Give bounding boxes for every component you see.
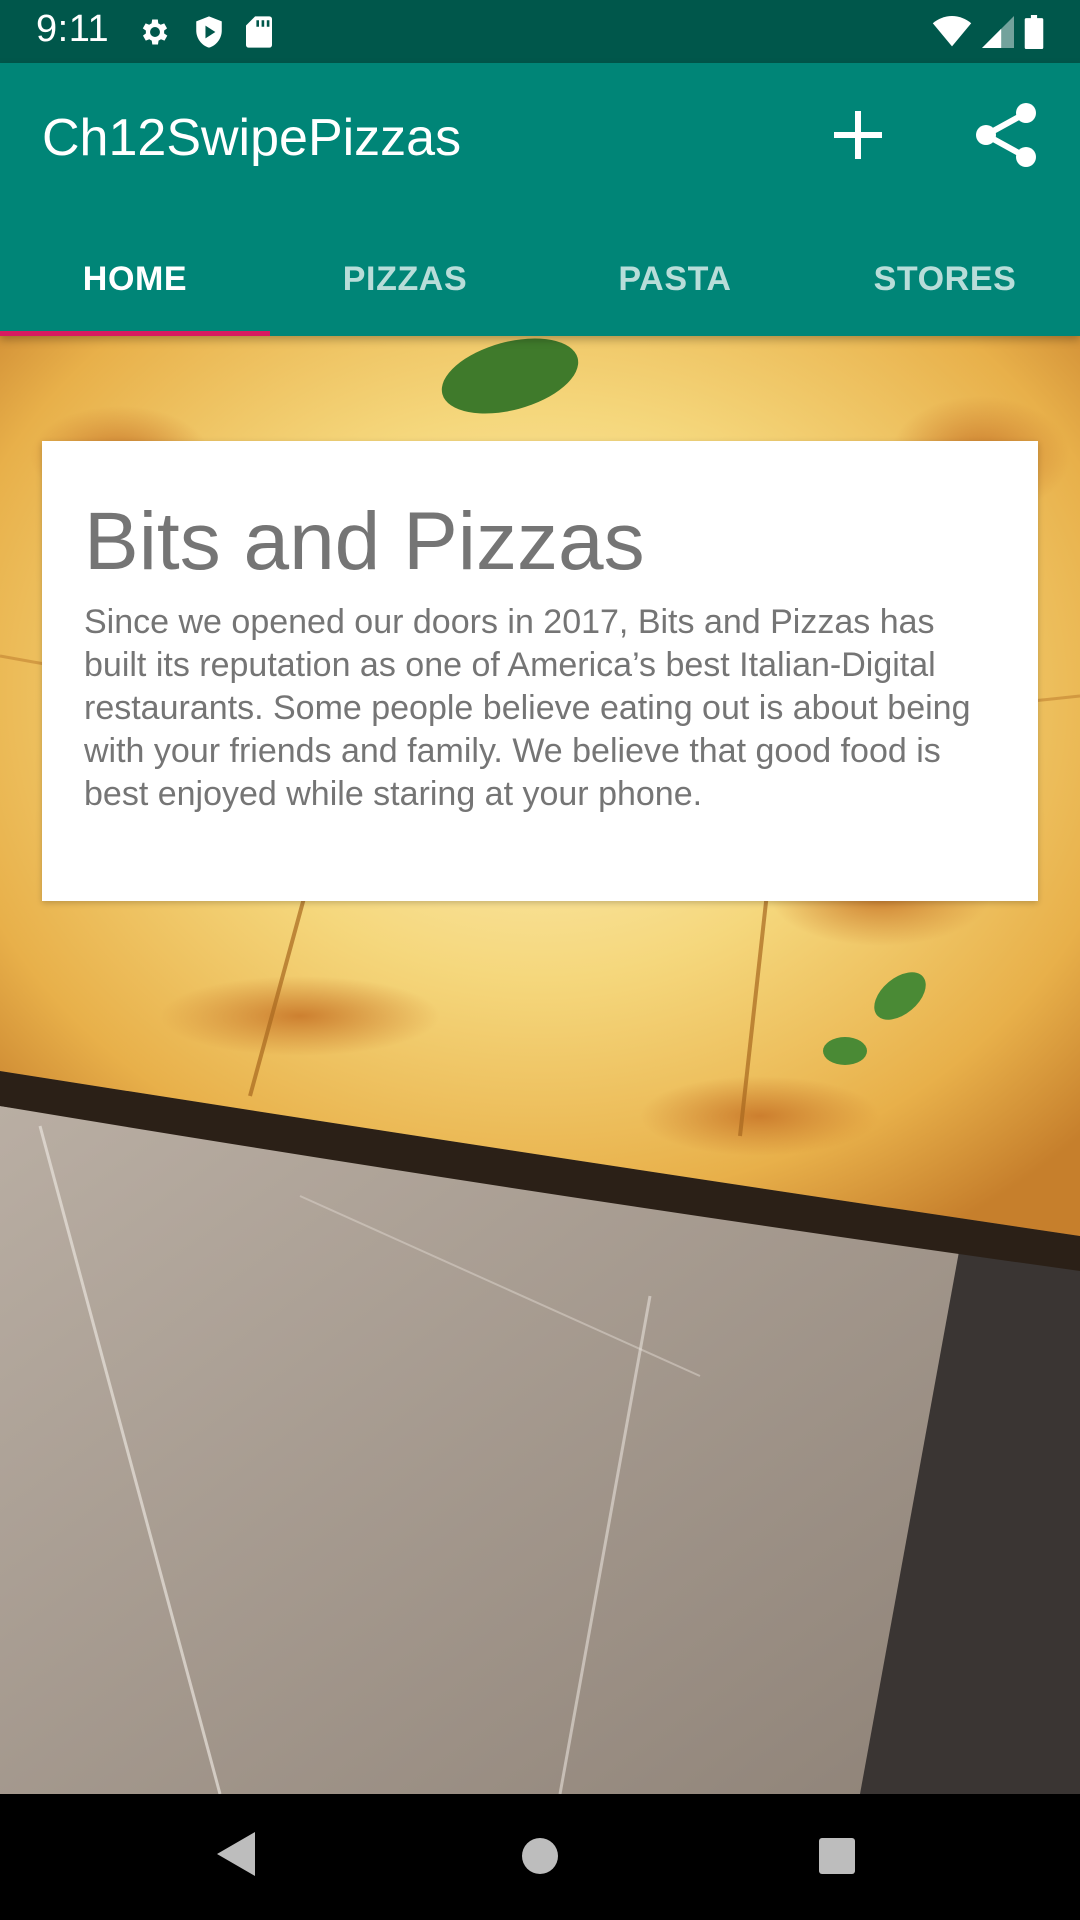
sd-card-icon <box>246 16 272 48</box>
about-card: Bits and Pizzas Since we opened our door… <box>42 441 1038 901</box>
status-bar: 9:11 <box>0 0 1080 63</box>
tab-indicator <box>0 331 270 336</box>
tab-bar: HOME PIZZAS PASTA STORES <box>0 223 1080 336</box>
app-bar: Ch12SwipePizzas HOME PIZZAS PASTA STORES <box>0 63 1080 336</box>
share-icon[interactable] <box>970 99 1042 171</box>
tab-stores[interactable]: STORES <box>810 223 1080 336</box>
status-time: 9:11 <box>36 8 110 50</box>
tab-pasta[interactable]: PASTA <box>540 223 810 336</box>
signal-icon <box>982 16 1014 48</box>
tab-pizzas[interactable]: PIZZAS <box>270 223 540 336</box>
home-content[interactable]: Bits and Pizzas Since we opened our door… <box>0 336 1080 1794</box>
navigation-bar <box>0 1794 1080 1920</box>
battery-icon <box>1024 15 1044 49</box>
recents-icon[interactable] <box>817 1836 857 1881</box>
card-title: Bits and Pizzas <box>84 496 645 587</box>
gear-icon <box>138 15 172 49</box>
app-title: Ch12SwipePizzas <box>42 109 462 167</box>
tab-home[interactable]: HOME <box>0 223 270 336</box>
wifi-icon <box>932 16 972 48</box>
back-icon[interactable] <box>215 1830 257 1883</box>
home-icon[interactable] <box>520 1836 560 1881</box>
add-icon[interactable] <box>826 103 890 167</box>
card-description: Since we opened our doors in 2017, Bits … <box>84 603 971 813</box>
shield-play-icon <box>194 15 224 49</box>
